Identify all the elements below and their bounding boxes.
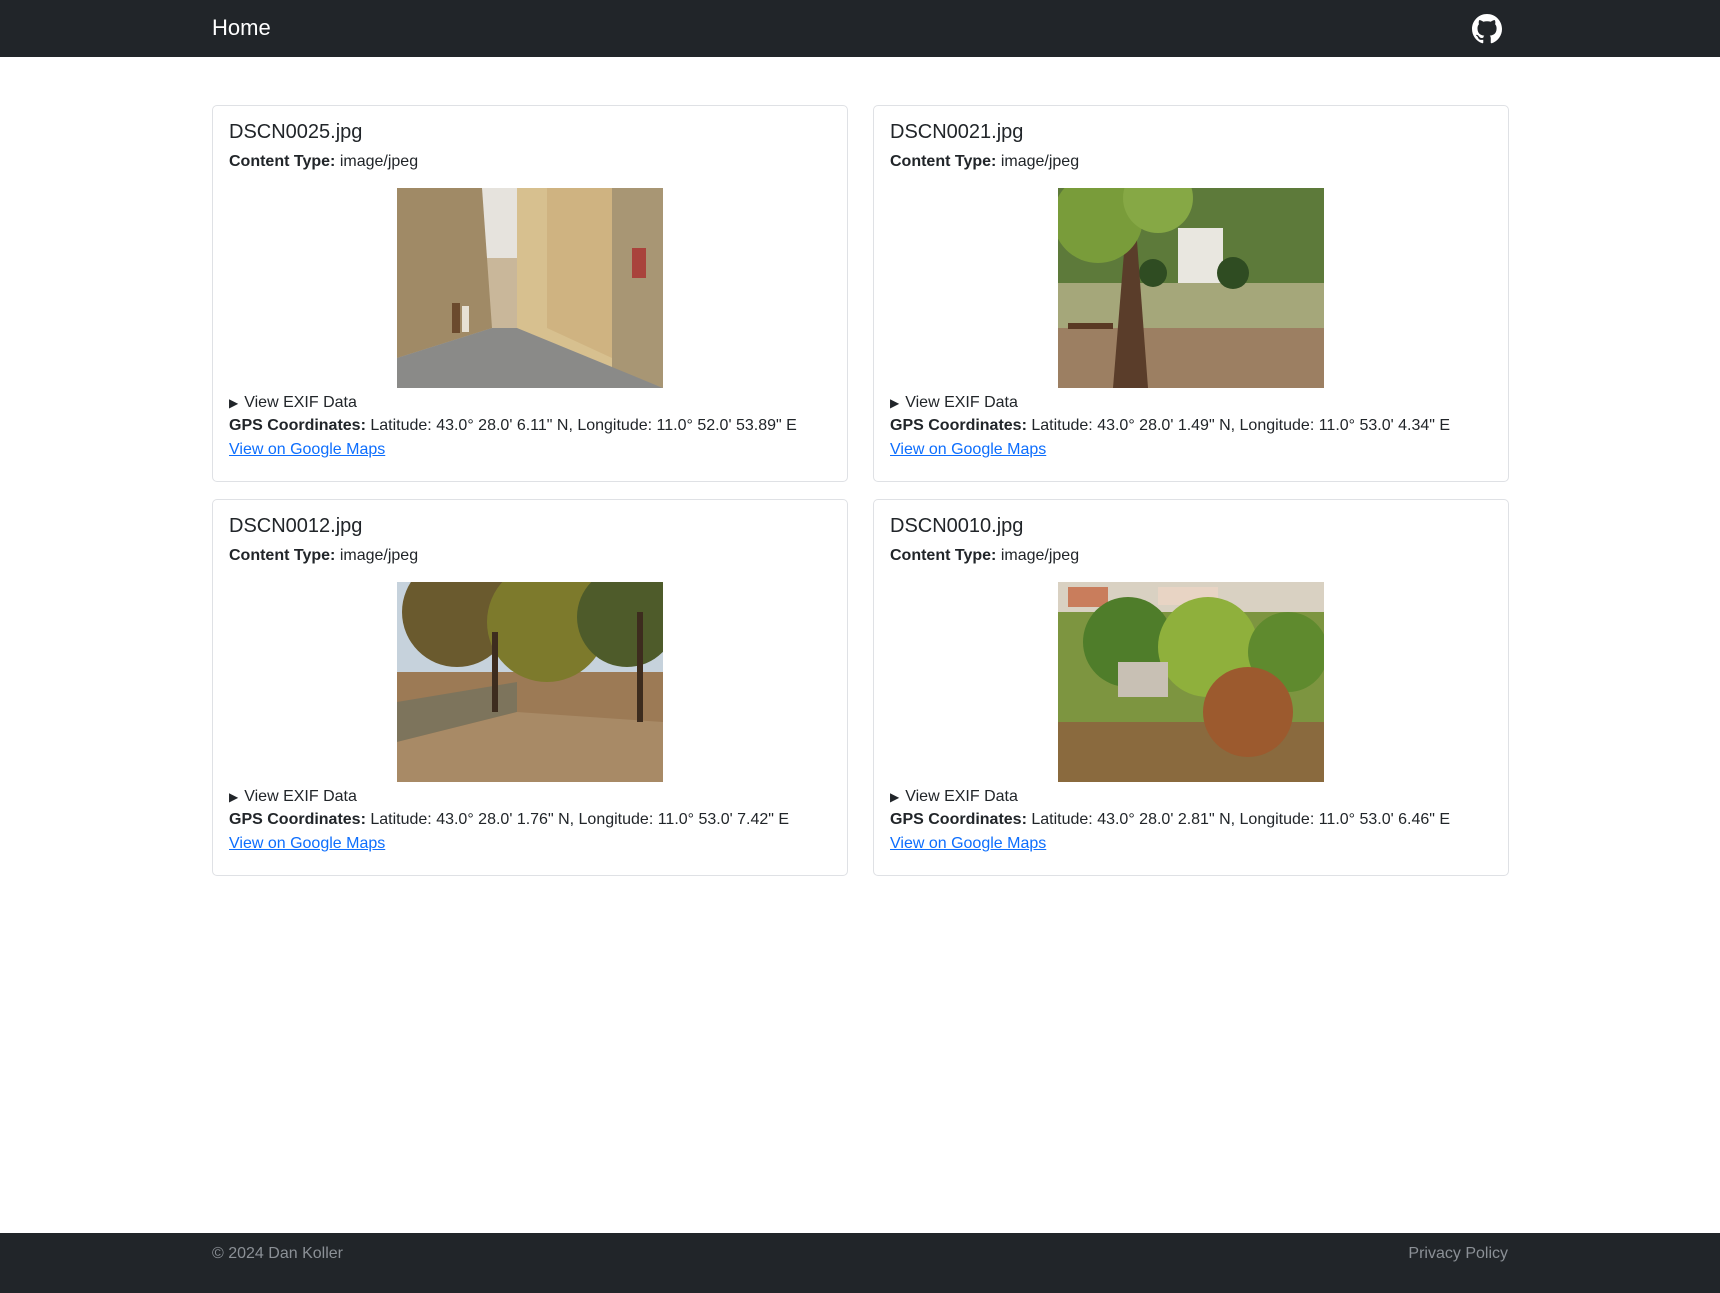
gps-coordinates: GPS Coordinates: Latitude: 43.0° 28.0' 1… [890,414,1492,438]
content-type-value: image/jpeg [339,153,419,170]
gps-label: GPS Coordinates: [890,417,1027,434]
content-type: Content Type: image/jpeg [229,546,831,566]
footer: © 2024 Dan Koller Privacy Policy [0,1233,1720,1293]
photo-thumbnail [397,582,663,782]
content-type-label: Content Type: [890,153,997,170]
top-navbar: Home [0,0,1720,57]
photo-card: DSCN0010.jpg Content Type: image/jpeg ▶ V… [873,499,1509,876]
google-maps-link[interactable]: View on Google Maps [890,832,1046,856]
exif-toggle-label: View EXIF Data [905,394,1018,411]
content-type-value: image/jpeg [339,547,419,564]
gps-label: GPS Coordinates: [890,811,1027,828]
content-type-label: Content Type: [890,547,997,564]
triangle-right-icon: ▶ [229,396,239,410]
google-maps-link[interactable]: View on Google Maps [890,438,1046,462]
content-type: Content Type: image/jpeg [890,152,1492,172]
exif-toggle-label: View EXIF Data [905,788,1018,805]
photo-filename: DSCN0012.jpg [229,515,363,537]
gps-value: Latitude: 43.0° 28.0' 1.76" N, Longitude… [370,811,790,828]
content-type-label: Content Type: [229,153,336,170]
copyright-text: © 2024 Dan Koller [212,1245,343,1262]
content-type: Content Type: image/jpeg [229,152,831,172]
exif-toggle[interactable]: ▶ View EXIF Data [890,392,1492,414]
triangle-right-icon: ▶ [229,790,239,804]
privacy-policy-link[interactable]: Privacy Policy [1408,1245,1508,1263]
exif-toggle[interactable]: ▶ View EXIF Data [890,786,1492,808]
exif-toggle[interactable]: ▶ View EXIF Data [229,392,831,414]
triangle-right-icon: ▶ [890,396,900,410]
gps-coordinates: GPS Coordinates: Latitude: 43.0° 28.0' 6… [229,414,831,438]
google-maps-link[interactable]: View on Google Maps [229,832,385,856]
exif-toggle[interactable]: ▶ View EXIF Data [229,786,831,808]
home-link[interactable]: Home [212,15,271,41]
exif-toggle-label: View EXIF Data [244,394,357,411]
gps-coordinates: GPS Coordinates: Latitude: 43.0° 28.0' 2… [890,808,1492,832]
photo-card: DSCN0012.jpg Content Type: image/jpeg ▶ V… [212,499,848,876]
photo-grid: DSCN0025.jpg Content Type: image/jpeg ▶ V… [212,105,1509,876]
gps-label: GPS Coordinates: [229,811,366,828]
photo-card: DSCN0021.jpg Content Type: image/jpeg ▶ V… [873,105,1509,482]
photo-thumbnail [397,188,663,388]
content-type: Content Type: image/jpeg [890,546,1492,566]
content-type-label: Content Type: [229,547,336,564]
gps-label: GPS Coordinates: [229,417,366,434]
gps-value: Latitude: 43.0° 28.0' 6.11" N, Longitude… [370,417,797,434]
gps-value: Latitude: 43.0° 28.0' 2.81" N, Longitude… [1031,811,1451,828]
photo-filename: DSCN0010.jpg [890,515,1024,537]
content-type-value: image/jpeg [1000,547,1080,564]
photo-filename: DSCN0025.jpg [229,121,363,143]
github-icon[interactable] [1472,14,1502,44]
exif-toggle-label: View EXIF Data [244,788,357,805]
photo-card: DSCN0025.jpg Content Type: image/jpeg ▶ V… [212,105,848,482]
content-type-value: image/jpeg [1000,153,1080,170]
gps-coordinates: GPS Coordinates: Latitude: 43.0° 28.0' 1… [229,808,831,832]
gps-value: Latitude: 43.0° 28.0' 1.49" N, Longitude… [1031,417,1451,434]
google-maps-link[interactable]: View on Google Maps [229,438,385,462]
photo-filename: DSCN0021.jpg [890,121,1024,143]
triangle-right-icon: ▶ [890,790,900,804]
photo-thumbnail [1058,188,1324,388]
photo-thumbnail [1058,582,1324,782]
